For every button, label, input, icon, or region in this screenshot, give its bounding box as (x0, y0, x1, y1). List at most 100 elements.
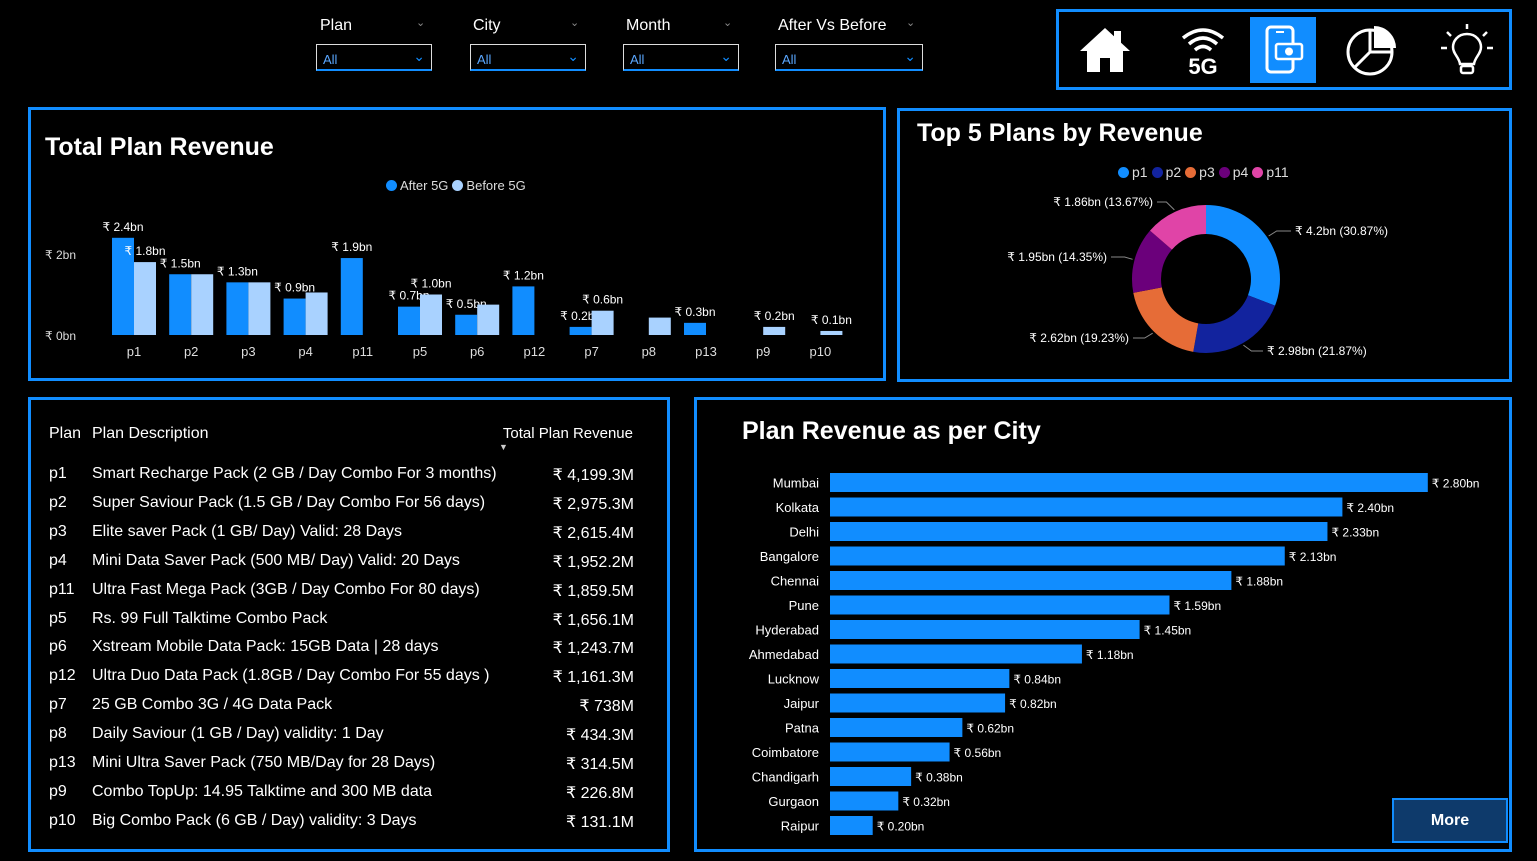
cell-revenue: ₹ 226.8M (566, 784, 634, 802)
chevron-down-icon[interactable]: ⌄ (906, 16, 915, 29)
data-label: ₹ 1.45bn (1144, 624, 1192, 638)
table-row[interactable]: p11 Ultra Fast Mega Pack (3GB / Day Combo… (31, 581, 671, 610)
city-label: Hyderabad (755, 623, 819, 638)
filter-after-vs-before-value: All (782, 52, 797, 67)
chevron-down-icon[interactable]: ⌄ (570, 16, 579, 29)
chevron-down-icon: ⌄ (567, 48, 579, 64)
city-bar[interactable] (830, 595, 1170, 615)
bar-before-5g[interactable] (420, 294, 442, 336)
table-row[interactable]: p9 Combo TopUp: 14.95 Talktime and 300 MB… (31, 783, 671, 812)
table-row[interactable]: p4 Mini Data Saver Pack (500 MB/ Day) Val… (31, 552, 671, 581)
city-bar[interactable] (830, 693, 1006, 713)
table-row[interactable]: p3 Elite saver Pack (1 GB/ Day) Valid: 28… (31, 523, 671, 552)
nav-insights-button[interactable] (1434, 17, 1500, 83)
filter-plan-dropdown[interactable]: All ⌄ (316, 44, 432, 71)
data-label: ₹ 0.6bn (582, 293, 623, 307)
filter-city-label: City (473, 17, 501, 34)
nav-report-button[interactable] (1339, 17, 1405, 83)
nav-plans-button[interactable] (1250, 17, 1316, 83)
cell-revenue: ₹ 1,161.3M (552, 669, 634, 687)
bar-after-5g[interactable] (569, 326, 592, 335)
cell-plan: p6 (49, 638, 67, 656)
city-bar[interactable] (830, 644, 1082, 664)
table-row[interactable]: p5 Rs. 99 Full Talktime Combo Pack ₹ 1,656… (31, 610, 671, 639)
column-header-description[interactable]: Plan Description (92, 425, 209, 443)
bar-before-5g[interactable] (763, 326, 786, 335)
top5-donut-chart: ₹ 4.2bn (30.87%) ₹ 2.98bn (21.87%) ₹ 2.62b… (1007, 195, 1388, 358)
city-label: Mumbai (773, 476, 819, 491)
table-row[interactable]: p13 Mini Ultra Saver Pack (750 MB/Day for… (31, 754, 671, 783)
bar-before-5g[interactable] (134, 262, 156, 335)
cell-plan: p11 (49, 580, 75, 598)
bar-before-5g[interactable] (477, 304, 500, 335)
bar-before-5g[interactable] (248, 282, 271, 335)
cell-description: Big Combo Pack (6 GB / Day) validity: 3 … (92, 811, 417, 829)
data-label: ₹ 0.38bn (915, 771, 963, 785)
bar-before-5g[interactable] (820, 330, 843, 335)
bar-after-5g[interactable] (340, 258, 363, 335)
x-tick-label: p7 (584, 344, 598, 359)
bar-after-5g[interactable] (398, 306, 420, 335)
table-row[interactable]: p2 Super Saviour Pack (1.5 GB / Day Combo… (31, 494, 671, 523)
bar-before-5g[interactable] (591, 310, 614, 335)
bar-after-5g[interactable] (684, 322, 706, 335)
bar-after-5g[interactable] (169, 274, 192, 335)
bar-after-5g[interactable] (226, 282, 249, 335)
bar-after-5g[interactable] (512, 286, 535, 335)
nav-home-button[interactable] (1072, 17, 1138, 83)
filter-city-value: All (477, 52, 492, 67)
city-label: Chennai (771, 574, 820, 589)
table-row[interactable]: p12 Ultra Duo Data Pack (1.8GB / Day Comb… (31, 667, 671, 696)
donut-slice-p1[interactable] (1206, 205, 1280, 306)
nav-5g-button[interactable]: 5G (1170, 17, 1236, 83)
city-bar[interactable] (830, 816, 873, 835)
filter-month[interactable]: Month ⌄ All ⌄ (623, 14, 739, 72)
data-label: ₹ 0.84bn (1013, 673, 1061, 687)
cell-revenue: ₹ 2,975.3M (552, 495, 634, 513)
city-bar[interactable] (830, 791, 899, 811)
cell-revenue: ₹ 434.3M (566, 727, 634, 745)
bar-before-5g[interactable] (191, 274, 214, 335)
chevron-down-icon[interactable]: ⌄ (723, 16, 732, 29)
sort-descending-icon[interactable]: ▼ (499, 442, 508, 452)
city-bar[interactable] (830, 571, 1232, 590)
table-row[interactable]: p7 25 GB Combo 3G / 4G Data Pack ₹ 738M (31, 696, 671, 725)
city-bar[interactable] (830, 742, 950, 762)
city-bar[interactable] (830, 767, 912, 786)
data-label: ₹ 0.82bn (1009, 697, 1057, 711)
city-bar[interactable] (830, 669, 1010, 688)
more-button[interactable]: More (1392, 798, 1508, 843)
data-label: ₹ 2.4bn (103, 220, 144, 234)
city-bar[interactable] (830, 497, 1343, 517)
cell-description: Smart Recharge Pack (2 GB / Day Combo Fo… (92, 465, 497, 482)
bar-before-5g[interactable] (648, 317, 671, 335)
filter-city[interactable]: City ⌄ All ⌄ (470, 14, 586, 72)
filter-plan[interactable]: Plan ⌄ All ⌄ (316, 14, 432, 72)
city-bar[interactable] (830, 522, 1328, 541)
city-bar[interactable] (830, 473, 1428, 492)
cell-plan: p5 (49, 609, 67, 627)
table-row[interactable]: p8 Daily Saviour (1 GB / Day) validity: 1… (31, 725, 671, 754)
filter-after-vs-before[interactable]: After Vs Before ⌄ All ⌄ (775, 14, 923, 72)
bar-after-5g[interactable] (283, 298, 306, 335)
filter-city-dropdown[interactable]: All ⌄ (470, 44, 586, 71)
x-tick-label: p5 (413, 344, 427, 359)
chevron-down-icon[interactable]: ⌄ (416, 16, 425, 29)
filter-after-vs-before-dropdown[interactable]: All ⌄ (775, 44, 923, 71)
table-row[interactable]: p10 Big Combo Pack (6 GB / Day) validity:… (31, 812, 671, 841)
table-row[interactable]: p1 Smart Recharge Pack (2 GB / Day Combo … (31, 465, 671, 494)
table-row[interactable]: p6 Xstream Mobile Data Pack: 15GB Data | … (31, 638, 671, 667)
city-bar[interactable] (830, 620, 1140, 639)
city-bar[interactable] (830, 718, 963, 737)
donut-slice-p2[interactable] (1193, 295, 1276, 353)
column-header-plan[interactable]: Plan (49, 425, 81, 443)
city-label: Chandigarh (752, 770, 819, 785)
column-header-revenue[interactable]: Total Plan Revenue (503, 425, 633, 442)
bar-after-5g[interactable] (455, 314, 478, 335)
bar-before-5g[interactable] (305, 292, 328, 335)
x-tick-label: p10 (810, 344, 832, 359)
filter-month-dropdown[interactable]: All ⌄ (623, 44, 739, 71)
donut-slice-p3[interactable] (1133, 287, 1199, 352)
city-bar[interactable] (830, 546, 1285, 566)
city-label: Gurgaon (768, 794, 819, 809)
